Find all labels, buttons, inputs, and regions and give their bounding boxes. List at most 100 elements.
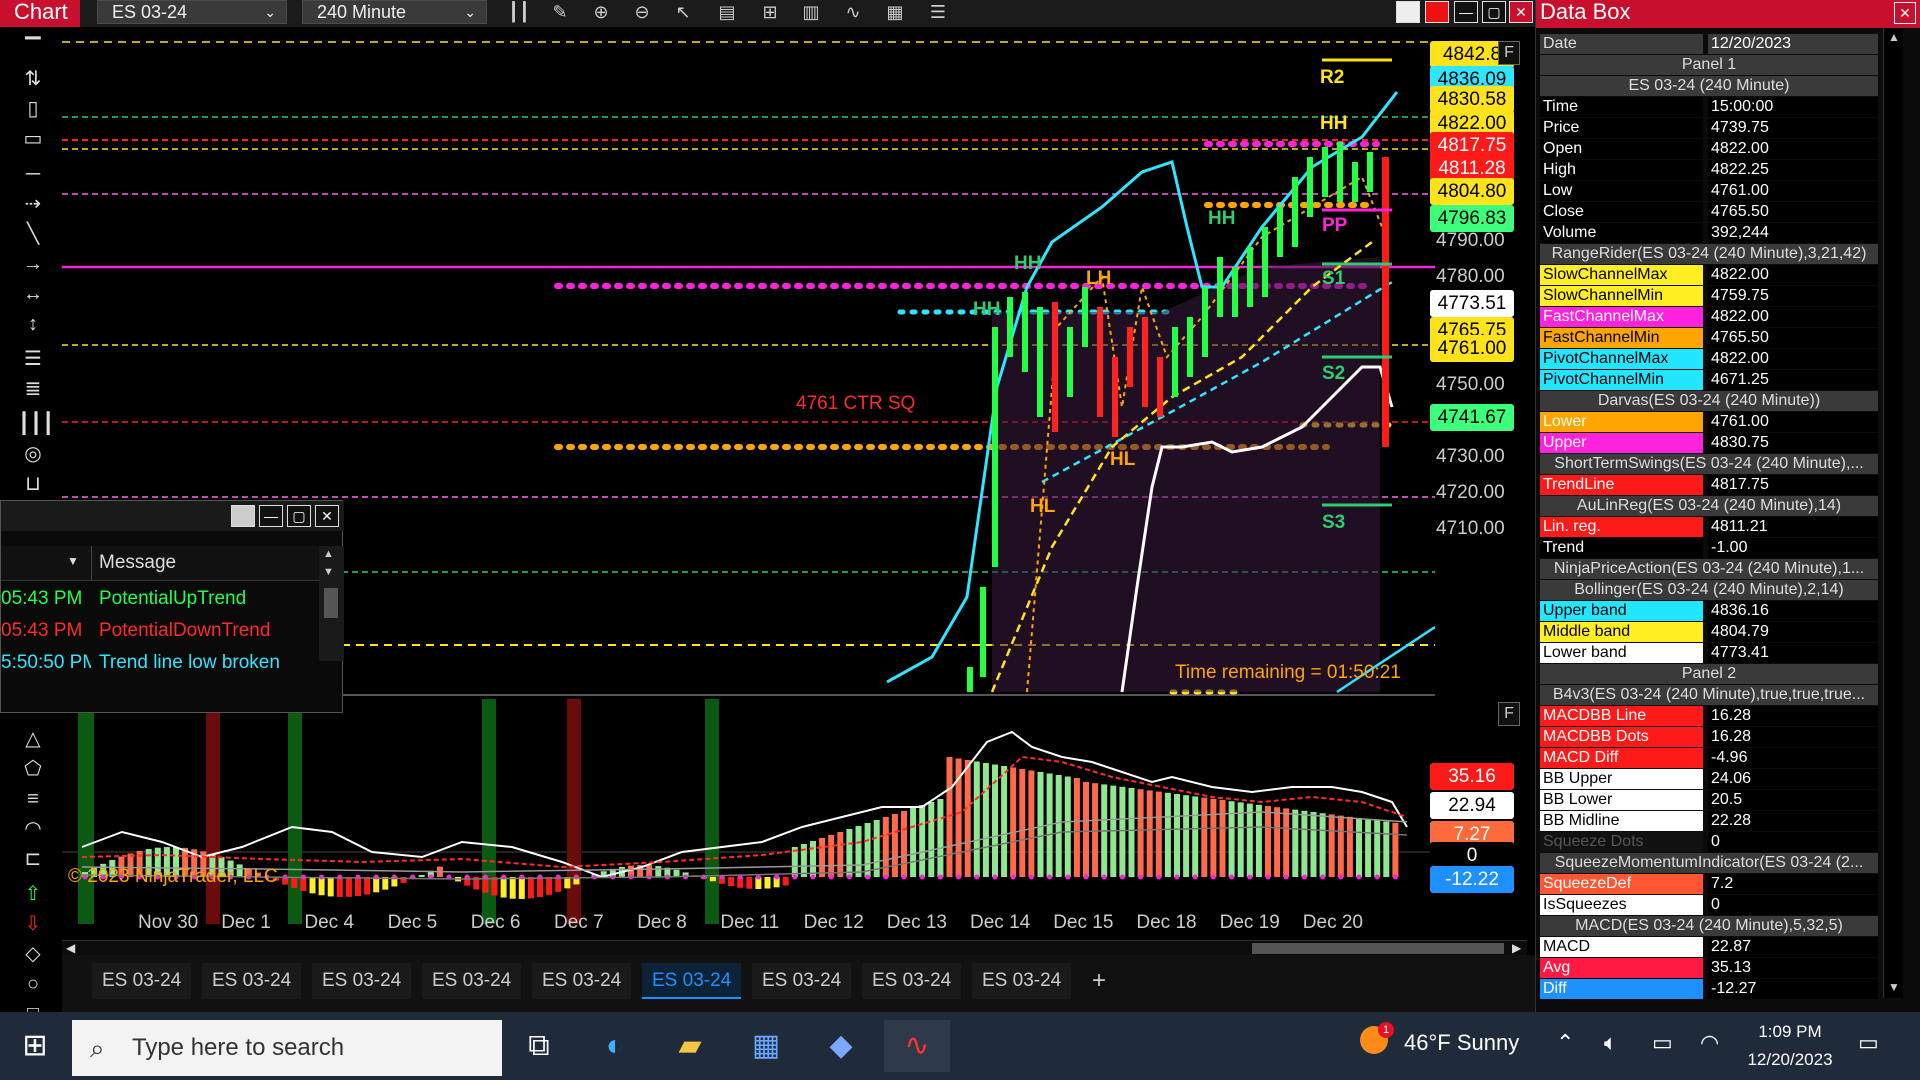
- region-icon[interactable]: ▯: [18, 97, 48, 121]
- squeeze-dot: [1174, 874, 1180, 880]
- add-tab-icon[interactable]: +: [1082, 963, 1116, 999]
- ray-icon[interactable]: ⇢: [18, 192, 48, 216]
- arrow-down-icon[interactable]: ⇩: [18, 912, 48, 936]
- chart-tab[interactable]: ES 03-24: [92, 963, 192, 999]
- alert-row[interactable]: 5:50:50 PM Trend line low broken: [1, 647, 319, 679]
- chart-tab[interactable]: ES 03-24: [972, 963, 1072, 999]
- price-marker-icon[interactable]: ⊏: [18, 847, 48, 871]
- clock-time[interactable]: 1:09 PM: [1740, 1022, 1840, 1042]
- zoom-in-icon[interactable]: ⊕: [588, 2, 614, 24]
- interval-selector[interactable]: 240 Minute ⌄: [302, 0, 487, 24]
- strategies-icon[interactable]: ∿: [840, 2, 866, 24]
- chart-tab[interactable]: ES 03-24: [202, 963, 302, 999]
- pointer-icon[interactable]: ↖: [670, 2, 696, 24]
- wifi-icon[interactable]: ◠: [1700, 1030, 1719, 1056]
- vertical-line-icon[interactable]: ↕: [18, 312, 48, 336]
- chart-tab[interactable]: ES 03-24: [422, 963, 522, 999]
- data-box-value: 16.28: [1708, 706, 1878, 726]
- ninjatrader-icon[interactable]: ∿: [884, 1020, 950, 1072]
- scroll-up-icon[interactable]: ▲: [323, 548, 334, 560]
- data-box-value: 0: [1708, 895, 1878, 915]
- battery-icon[interactable]: ▭: [1652, 1030, 1673, 1056]
- arrow-up-icon[interactable]: ⇧: [18, 882, 48, 906]
- andrews-pitchfork-icon[interactable]: ⊔: [18, 472, 48, 496]
- close-icon[interactable]: ✕: [315, 505, 339, 527]
- clock-date[interactable]: 12/20/2023: [1740, 1050, 1840, 1070]
- alerts-titlebar[interactable]: — ▢ ✕: [1, 501, 344, 531]
- arc-icon[interactable]: ◠: [18, 817, 48, 841]
- scroll-down-icon[interactable]: ▼: [1888, 980, 1900, 994]
- panel1-f-button[interactable]: F: [1498, 41, 1520, 65]
- link-icon[interactable]: [231, 505, 255, 527]
- chart-tab[interactable]: ES 03-24: [862, 963, 962, 999]
- weather-icon[interactable]: 1: [1360, 1022, 1394, 1060]
- instrument-selector[interactable]: ES 03-24 ⌄: [97, 0, 287, 24]
- link-color-red-icon[interactable]: [1425, 1, 1449, 23]
- alert-row[interactable]: 05:43 PM PotentialUpTrend: [1, 583, 319, 615]
- windows-start-icon[interactable]: ⊞: [2, 1020, 68, 1072]
- indicators-icon[interactable]: ▥: [798, 2, 824, 24]
- taskbar-search-box[interactable]: ⌕ Type here to search: [72, 1020, 502, 1076]
- alerts-scrollbar[interactable]: ▲ ▼: [319, 546, 344, 661]
- chart-tab[interactable]: ES 03-24: [312, 963, 412, 999]
- horizontal-scrollbar[interactable]: ◀ ▶: [62, 940, 1527, 956]
- properties-icon[interactable]: ▦: [882, 2, 908, 24]
- minimize-icon[interactable]: —: [259, 505, 283, 527]
- chart-tab[interactable]: ES 03-24: [532, 963, 632, 999]
- text-icon[interactable]: ≡: [18, 787, 48, 811]
- scroll-left-icon[interactable]: ◀: [66, 941, 75, 955]
- data-box-section: Darvas(ES 03-24 (240 Minute)): [1540, 391, 1878, 411]
- chart-tab[interactable]: ES 03-24: [642, 963, 742, 999]
- close-icon[interactable]: ✕: [1894, 2, 1916, 24]
- line-icon[interactable]: ─: [18, 162, 48, 186]
- polygon-icon[interactable]: ⬠: [18, 757, 48, 781]
- scroll-thumb[interactable]: [1252, 943, 1504, 954]
- triangle-icon[interactable]: △: [18, 727, 48, 751]
- scroll-up-icon[interactable]: ▲: [1888, 30, 1900, 44]
- notifications-icon[interactable]: ▭: [1858, 1030, 1879, 1056]
- file-explorer-icon[interactable]: ▰: [657, 1020, 723, 1072]
- speaker-icon[interactable]: 🔈︎: [1604, 1030, 1617, 1056]
- message-column-header[interactable]: Message: [99, 552, 176, 574]
- bar-type-icon[interactable]: ┃┃: [506, 2, 532, 24]
- chart-window-tab[interactable]: Chart: [0, 0, 80, 27]
- extended-line-icon[interactable]: ↔: [18, 282, 48, 306]
- edge-browser-icon[interactable]: ◐: [582, 1020, 648, 1072]
- data-box-icon[interactable]: ▤: [714, 2, 740, 24]
- diagonal-line-icon[interactable]: ╲: [18, 222, 48, 246]
- chevron-up-icon[interactable]: ⌃: [1556, 1030, 1574, 1056]
- weather-label[interactable]: 46°F Sunny: [1404, 1030, 1519, 1056]
- diamond-icon[interactable]: ◇: [18, 942, 48, 966]
- fib-circle-icon[interactable]: ◎: [18, 442, 48, 466]
- panel2-f-button[interactable]: F: [1498, 702, 1520, 726]
- sort-arrow-icon[interactable]: ▼: [67, 554, 79, 568]
- scroll-right-icon[interactable]: ▶: [1512, 941, 1521, 955]
- zoom-out-icon[interactable]: ⊖: [629, 2, 655, 24]
- time-cycles-icon[interactable]: ┃┃┃: [18, 412, 54, 436]
- ellipse-icon[interactable]: ○: [18, 972, 48, 996]
- chart-tab[interactable]: ES 03-24: [752, 963, 852, 999]
- arrow-line-icon[interactable]: →: [18, 252, 48, 276]
- fibonacci-icon[interactable]: ☰: [18, 347, 48, 371]
- scroll-thumb[interactable]: [324, 588, 338, 618]
- maximize-icon[interactable]: ▢: [287, 505, 311, 527]
- rectangle-select-icon[interactable]: ▭: [18, 127, 48, 151]
- minimize-icon[interactable]: —: [1454, 1, 1478, 23]
- fib-extension-icon[interactable]: ≣: [18, 377, 48, 401]
- calculator-icon[interactable]: ▦: [733, 1020, 799, 1072]
- close-icon[interactable]: ✕: [1509, 1, 1533, 23]
- alerts-log-window[interactable]: — ▢ ✕ ▼ Message 05:43 PM PotentialUpTrend…: [0, 500, 344, 713]
- drawing-tools-icon[interactable]: ✎: [547, 2, 573, 24]
- link-color-icon[interactable]: [1396, 1, 1420, 23]
- scroll-down-icon[interactable]: ▼: [323, 566, 334, 578]
- menu-icon[interactable]: ☰: [925, 2, 951, 24]
- ruler-icon[interactable]: ▔: [18, 37, 48, 61]
- copilot-icon[interactable]: ◆: [808, 1020, 874, 1072]
- data-box-scrollbar[interactable]: ▲ ▼: [1883, 28, 1903, 998]
- maximize-icon[interactable]: ▢: [1482, 1, 1506, 23]
- alert-row[interactable]: 05:43 PM PotentialDownTrend: [1, 615, 319, 647]
- risk-reward-icon[interactable]: ⇅: [18, 67, 48, 91]
- price-chart[interactable]: [62, 27, 1435, 937]
- task-view-icon[interactable]: ⧉: [506, 1020, 572, 1072]
- templates-icon[interactable]: ⊞: [757, 2, 783, 24]
